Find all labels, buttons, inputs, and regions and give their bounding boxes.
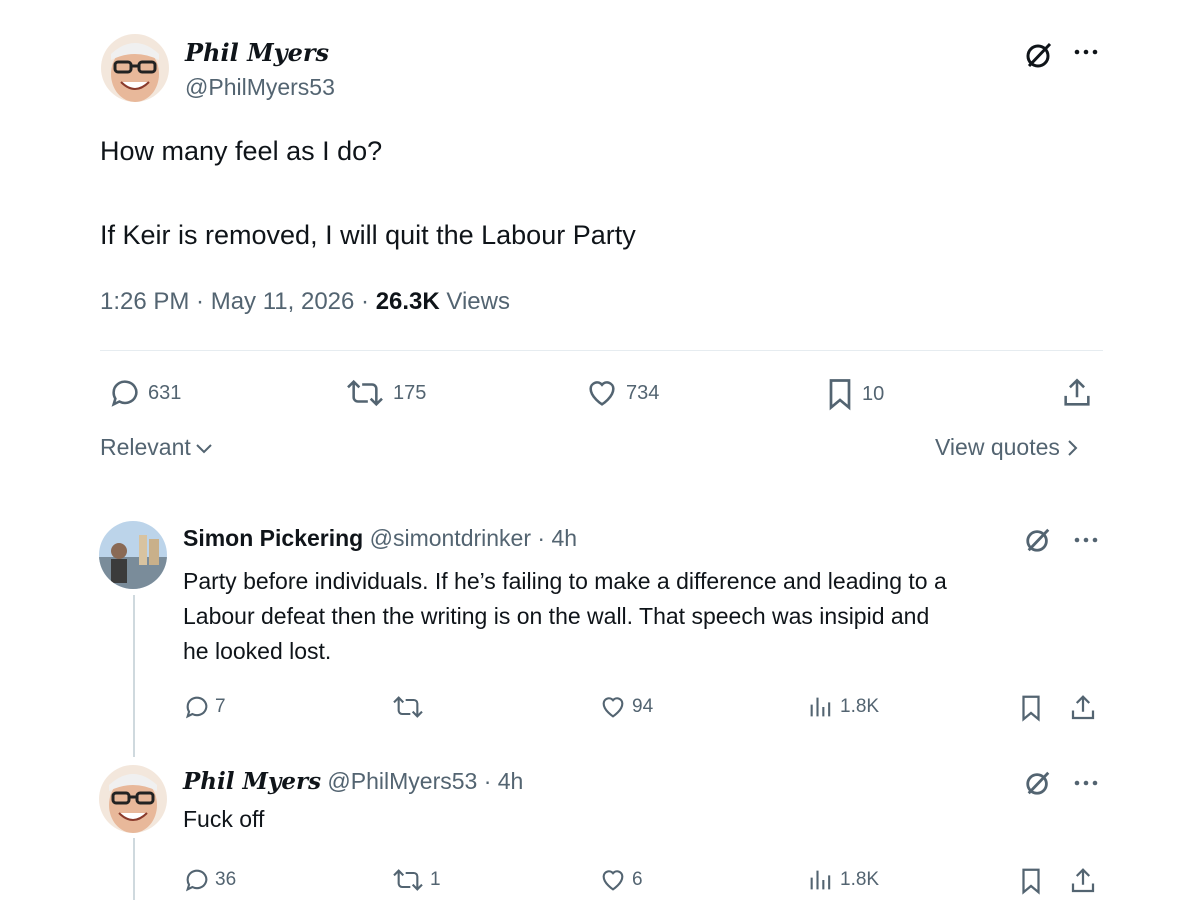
share-button[interactable]: [1068, 693, 1098, 723]
heart-icon: [602, 870, 624, 891]
like-button[interactable]: 94: [598, 693, 653, 721]
repost-button[interactable]: 175: [343, 376, 426, 410]
share-button[interactable]: [1068, 866, 1098, 896]
tweet-text-line1: How many feel as I do?: [100, 136, 383, 166]
reply-icon: [185, 696, 208, 719]
author-handle[interactable]: @simontdrinker: [370, 525, 531, 551]
views-count: 1.8K: [840, 696, 880, 717]
reply-text: Fuck off: [183, 806, 265, 832]
like-button[interactable]: 734: [584, 376, 659, 410]
view-quotes-link[interactable]: View quotes: [935, 434, 1078, 461]
sort-dropdown[interactable]: Relevant: [100, 434, 213, 461]
views-label: Views: [439, 288, 510, 315]
more-options-icon[interactable]: [1072, 528, 1100, 552]
timestamp[interactable]: · 4h: [537, 525, 577, 551]
share-button[interactable]: [1060, 376, 1094, 410]
grok-icon[interactable]: [1024, 526, 1052, 554]
share-icon: [1064, 378, 1090, 406]
bookmark-button[interactable]: [1018, 866, 1044, 896]
repost-count: 1: [430, 869, 441, 890]
chevron-right-icon: [1068, 439, 1078, 456]
like-count: 734: [626, 381, 660, 404]
views-button[interactable]: 1.8K: [806, 866, 879, 894]
timestamp[interactable]: · 4h: [484, 768, 524, 794]
repost-icon: [347, 379, 383, 407]
repost-button[interactable]: 1: [390, 866, 441, 894]
avatar[interactable]: [99, 521, 167, 589]
heart-icon: [602, 697, 624, 718]
avatar[interactable]: [101, 34, 169, 102]
thread-line: [133, 838, 135, 900]
reply-header: Simon Pickering @simontdrinker · 4h: [183, 525, 577, 552]
sort-label: Relevant: [100, 434, 191, 460]
author-name[interactable]: Simon Pickering: [183, 525, 363, 551]
reply-count: 7: [215, 696, 226, 717]
bookmark-button[interactable]: 10: [824, 376, 884, 412]
tweet-meta: 1:26 PM · May 11, 2026 · 26.3K Views: [100, 288, 510, 316]
author-name[interactable]: Phil Myers: [183, 768, 321, 795]
reply-button[interactable]: 36: [183, 866, 236, 894]
chevron-down-icon: [196, 443, 212, 453]
views-count: 26.3K: [375, 288, 440, 315]
author-handle[interactable]: @PhilMyers53: [327, 768, 477, 794]
bookmark-count: 10: [862, 382, 885, 405]
tweet-text-line2: If Keir is removed, I will quit the Labo…: [100, 220, 636, 250]
grok-icon[interactable]: [1024, 769, 1052, 797]
repost-icon: [393, 869, 423, 891]
repost-button[interactable]: [390, 693, 430, 721]
reply-header: Phil Myers @PhilMyers53 · 4h: [183, 768, 523, 795]
bookmark-button[interactable]: [1018, 693, 1044, 723]
reply-count: 36: [215, 869, 237, 890]
more-options-icon[interactable]: [1072, 771, 1100, 795]
bookmark-icon: [1022, 868, 1040, 895]
views-button[interactable]: 1.8K: [806, 693, 879, 721]
reply-text-line: Party before individuals. If he’s failin…: [183, 568, 947, 594]
reply-text-line: Labour defeat then the writing is on the…: [183, 603, 930, 629]
reply-icon: [185, 869, 208, 892]
author-handle[interactable]: @PhilMyers53: [185, 74, 335, 101]
like-count: 6: [632, 869, 643, 890]
share-icon: [1071, 695, 1095, 720]
analytics-icon: [810, 870, 831, 890]
bookmark-icon: [1022, 695, 1040, 722]
bookmark-icon: [829, 379, 851, 411]
repost-icon: [393, 696, 423, 718]
view-quotes-label: View quotes: [935, 434, 1060, 460]
timestamp[interactable]: 1:26 PM · May 11, 2026 ·: [100, 288, 376, 315]
analytics-icon: [810, 697, 831, 717]
share-icon: [1071, 868, 1095, 893]
avatar[interactable]: [99, 765, 167, 833]
reply-text: Party before individuals. If he’s failin…: [183, 564, 947, 669]
divider: [100, 350, 1103, 351]
reply-button[interactable]: 7: [183, 693, 226, 721]
like-button[interactable]: 6: [598, 866, 643, 894]
reply-count: 631: [148, 381, 182, 404]
reply-button[interactable]: 631: [108, 376, 181, 410]
heart-icon: [589, 381, 615, 406]
repost-count: 175: [393, 381, 427, 404]
like-count: 94: [632, 696, 654, 717]
views-count: 1.8K: [840, 869, 880, 890]
reply-icon: [111, 380, 138, 407]
thread-line: [133, 595, 135, 757]
author-name[interactable]: Phil Myers: [185, 38, 329, 67]
reply-text-line: he looked lost.: [183, 638, 332, 664]
more-options-icon[interactable]: [1072, 40, 1100, 64]
grok-icon[interactable]: [1024, 40, 1054, 70]
